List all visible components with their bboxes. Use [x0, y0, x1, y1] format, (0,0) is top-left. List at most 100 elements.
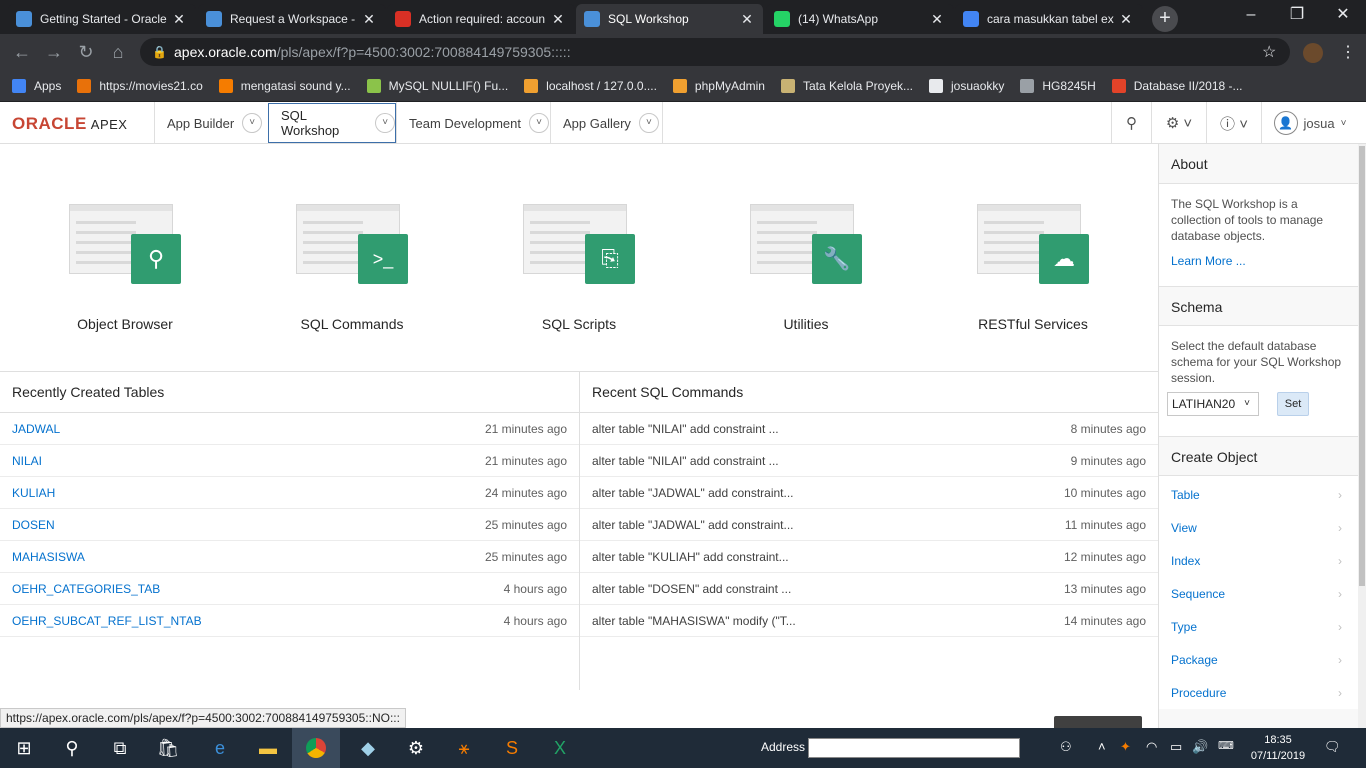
nav-tab-sql-workshop[interactable]: SQL Workshop ˅ [268, 103, 396, 143]
wifi-icon[interactable]: ◠ [1146, 739, 1157, 755]
address-toolbar-input[interactable] [808, 738, 1020, 758]
sql-command-row[interactable]: alter table "NILAI" add constraint ... 8 … [580, 413, 1158, 445]
language-icon[interactable]: ⌨ [1218, 739, 1234, 752]
bookmark-item[interactable]: Apps [12, 78, 61, 93]
nav-tab-team-development[interactable]: Team Development ˅ [396, 102, 550, 144]
help-menu-icon[interactable]: ⓘ ˅ [1206, 102, 1261, 144]
bookmark-item[interactable]: Database II/2018 -... [1111, 78, 1243, 93]
tile-utilities[interactable]: 🔧 Utilities [726, 204, 886, 332]
close-tab-icon[interactable]: ✕ [1118, 11, 1134, 27]
tray-app-icon[interactable]: ✦ [1120, 739, 1131, 755]
store-icon[interactable]: 🛍 [144, 728, 192, 768]
learn-more-link[interactable]: Learn More ... [1159, 254, 1358, 286]
browser-tab[interactable]: Action required: accoun ✕ [387, 4, 575, 34]
chrome-icon[interactable] [292, 728, 340, 768]
sql-command-row[interactable]: alter table "MAHASISWA" modify ("T... 14 … [580, 605, 1158, 637]
oracle-apex-logo[interactable]: ORACLE APEX [12, 114, 127, 134]
table-name-link[interactable]: KULIAH [12, 486, 55, 500]
search-icon[interactable]: ⚲ [1111, 102, 1151, 144]
bookmark-item[interactable]: Tata Kelola Proyek... [780, 78, 913, 93]
tile-object-browser[interactable]: ⚲ Object Browser [45, 204, 205, 332]
volume-icon[interactable]: 🔊 [1192, 739, 1208, 755]
chevron-down-icon[interactable]: ˅ [638, 113, 659, 133]
bookmark-item[interactable]: josuaokky [929, 78, 1004, 93]
app-icon[interactable]: ◆ [344, 728, 392, 768]
sql-command-row[interactable]: alter table "NILAI" add constraint ... 9 … [580, 445, 1158, 477]
file-explorer-icon[interactable]: ▬ [244, 728, 292, 768]
close-window-button[interactable]: ✕ [1320, 0, 1366, 30]
reload-icon[interactable]: ↻ [74, 40, 98, 64]
task-view-icon[interactable]: ⧉ [96, 728, 144, 768]
search-icon[interactable]: ⚲ [48, 728, 96, 768]
close-tab-icon[interactable]: ✕ [929, 11, 945, 27]
new-tab-button[interactable]: + [1152, 6, 1178, 32]
bookmark-star-icon[interactable]: ☆ [1262, 42, 1276, 62]
notifications-icon[interactable]: 🗨 [1324, 739, 1341, 755]
chevron-down-icon[interactable]: ˅ [529, 113, 549, 133]
settings-gear-icon[interactable]: ⚙ [392, 728, 440, 768]
table-name-link[interactable]: NILAI [12, 454, 42, 468]
maximize-button[interactable]: ❐ [1274, 0, 1320, 30]
create-object-table[interactable]: Table › [1159, 478, 1358, 511]
bookmark-item[interactable]: MySQL NULLIF() Fu... [366, 78, 508, 93]
chevron-down-icon[interactable]: ˅ [242, 113, 263, 133]
create-object-view[interactable]: View › [1159, 511, 1358, 544]
browser-tab[interactable]: (14) WhatsApp ✕ [766, 4, 954, 34]
partial-button[interactable] [1054, 716, 1142, 728]
sql-command-row[interactable]: alter table "KULIAH" add constraint... 12… [580, 541, 1158, 573]
schema-select[interactable]: LATIHAN20 ˅ [1167, 392, 1259, 416]
browser-tab[interactable]: Request a Workspace - ✕ [198, 4, 386, 34]
bookmark-item[interactable]: mengatasi sound y... [218, 78, 351, 93]
taskbar-clock[interactable]: 18:35 07/11/2019 [1248, 732, 1308, 764]
nav-tab-app-gallery[interactable]: App Gallery ˅ [550, 102, 662, 144]
close-tab-icon[interactable]: ✕ [550, 11, 566, 27]
chevron-down-icon[interactable]: ˅ [375, 113, 395, 133]
forward-icon[interactable]: → [42, 40, 66, 64]
sql-command-row[interactable]: alter table "JADWAL" add constraint... 11… [580, 509, 1158, 541]
browser-menu-icon[interactable]: ⋮ [1340, 42, 1356, 62]
xampp-icon[interactable]: ⚹ [440, 728, 488, 768]
windows-start-icon[interactable]: ⊞ [0, 728, 48, 768]
home-icon[interactable]: ⌂ [106, 40, 130, 64]
sql-command-row[interactable]: alter table "DOSEN" add constraint ... 13… [580, 573, 1158, 605]
bookmark-item[interactable]: https://movies21.co [77, 78, 203, 93]
table-name-link[interactable]: DOSEN [12, 518, 55, 532]
table-name-link[interactable]: JADWAL [12, 422, 60, 436]
bookmark-item[interactable]: HG8245H [1020, 78, 1096, 93]
browser-tab[interactable]: cara masukkan tabel ex ✕ [955, 4, 1143, 34]
profile-avatar[interactable] [1303, 43, 1323, 63]
create-object-index[interactable]: Index › [1159, 544, 1358, 577]
close-tab-icon[interactable]: ✕ [739, 11, 755, 27]
bookmark-item[interactable]: phpMyAdmin [672, 78, 765, 93]
chevron-up-icon[interactable]: ˄ [1098, 739, 1106, 754]
table-name-link[interactable]: OEHR_SUBCAT_REF_LIST_NTAB [12, 614, 202, 628]
tile-sql-commands[interactable]: >_ SQL Commands [272, 204, 432, 332]
close-tab-icon[interactable]: ✕ [171, 11, 187, 27]
create-object-procedure[interactable]: Procedure › [1159, 676, 1358, 709]
create-object-sequence[interactable]: Sequence › [1159, 577, 1358, 610]
minimize-button[interactable]: – [1228, 0, 1274, 30]
user-menu[interactable]: 👤 josua ˅ [1261, 102, 1358, 144]
edge-icon[interactable]: e [196, 728, 244, 768]
excel-icon[interactable]: X [536, 728, 584, 768]
scrollbar-thumb[interactable] [1359, 146, 1365, 586]
close-tab-icon[interactable]: ✕ [361, 11, 377, 27]
battery-icon[interactable]: ▭ [1170, 739, 1182, 755]
people-icon[interactable]: ⚇ [1060, 739, 1072, 755]
tile-sql-scripts[interactable]: ⎘ SQL Scripts [499, 204, 659, 332]
admin-menu-icon[interactable]: ⚙ ˅ [1151, 102, 1206, 144]
sublime-icon[interactable]: S [488, 728, 536, 768]
nav-tab-app-builder[interactable]: App Builder ˅ [154, 102, 268, 144]
create-object-package[interactable]: Package › [1159, 643, 1358, 676]
sql-command-row[interactable]: alter table "JADWAL" add constraint... 10… [580, 477, 1158, 509]
browser-tab[interactable]: Getting Started - Oracle ✕ [8, 4, 196, 34]
browser-tab[interactable]: SQL Workshop ✕ [576, 4, 764, 34]
set-schema-button[interactable]: Set [1277, 392, 1309, 416]
back-icon[interactable]: ← [10, 40, 34, 64]
create-object-type[interactable]: Type › [1159, 610, 1358, 643]
bookmark-item[interactable]: localhost / 127.0.0.... [524, 78, 657, 93]
address-bar[interactable]: 🔒 apex.oracle.com/pls/apex/f?p=4500:3002… [140, 38, 1290, 66]
tile-restful-services[interactable]: ☁ RESTful Services [953, 204, 1113, 332]
table-name-link[interactable]: OEHR_CATEGORIES_TAB [12, 582, 160, 596]
table-name-link[interactable]: MAHASISWA [12, 550, 85, 564]
